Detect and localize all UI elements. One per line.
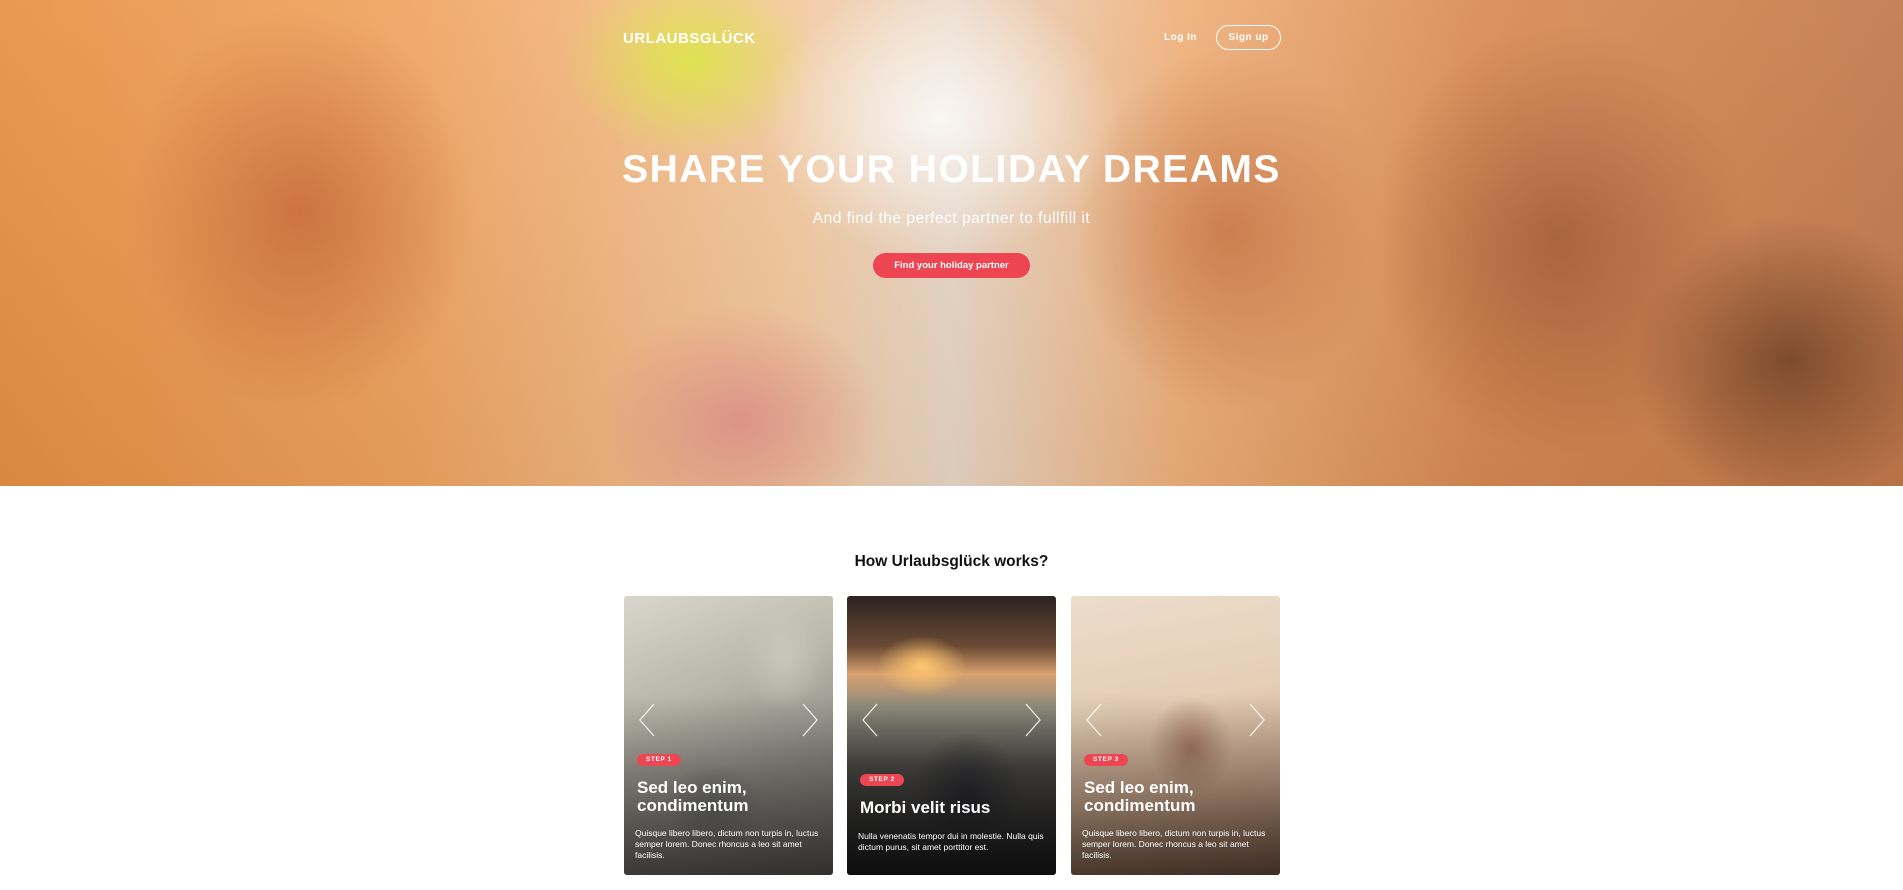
card-description: Nulla venenatis tempor dui in molestie. …	[858, 831, 1044, 852]
chevron-right-icon[interactable]	[1248, 702, 1266, 738]
step-card-1[interactable]: STEP 1 Sed leo enim, condimentum Quisque…	[624, 596, 833, 875]
hero-section: URLAUBSGLÜCK Log In Sign up SHARE YOUR H…	[0, 0, 1903, 486]
hero-title: SHARE YOUR HOLIDAY DREAMS	[622, 148, 1281, 191]
chevron-right-icon[interactable]	[801, 702, 819, 738]
chevron-right-icon[interactable]	[1024, 702, 1042, 738]
step-badge: STEP 2	[860, 774, 904, 786]
login-link[interactable]: Log In	[1164, 32, 1197, 43]
card-title: Sed leo enim, condimentum	[637, 778, 749, 815]
card-description: Quisque libero libero, dictum non turpis…	[1082, 828, 1266, 860]
step-badge: STEP 1	[637, 754, 681, 766]
step-badge: STEP 3	[1084, 754, 1128, 766]
top-navigation: URLAUBSGLÜCK Log In Sign up	[623, 24, 1281, 52]
chevron-left-icon[interactable]	[638, 702, 656, 738]
chevron-left-icon[interactable]	[861, 702, 879, 738]
card-title: Morbi velit risus	[860, 798, 991, 817]
step-card-2[interactable]: STEP 2 Morbi velit risus Nulla venenatis…	[847, 596, 1056, 875]
chevron-left-icon[interactable]	[1085, 702, 1103, 738]
step-card-3[interactable]: STEP 3 Sed leo enim, condimentum Quisque…	[1071, 596, 1280, 875]
how-it-works-cards: STEP 1 Sed leo enim, condimentum Quisque…	[624, 596, 1280, 875]
how-it-works-title: How Urlaubsglück works?	[854, 553, 1049, 570]
signup-button[interactable]: Sign up	[1216, 25, 1281, 50]
site-logo[interactable]: URLAUBSGLÜCK	[623, 30, 756, 47]
find-partner-button[interactable]: Find your holiday partner	[873, 253, 1030, 278]
card-title: Sed leo enim, condimentum	[1084, 778, 1196, 815]
hero-subtitle: And find the perfect partner to fullfill…	[812, 210, 1091, 227]
card-description: Quisque libero libero, dictum non turpis…	[635, 828, 819, 860]
